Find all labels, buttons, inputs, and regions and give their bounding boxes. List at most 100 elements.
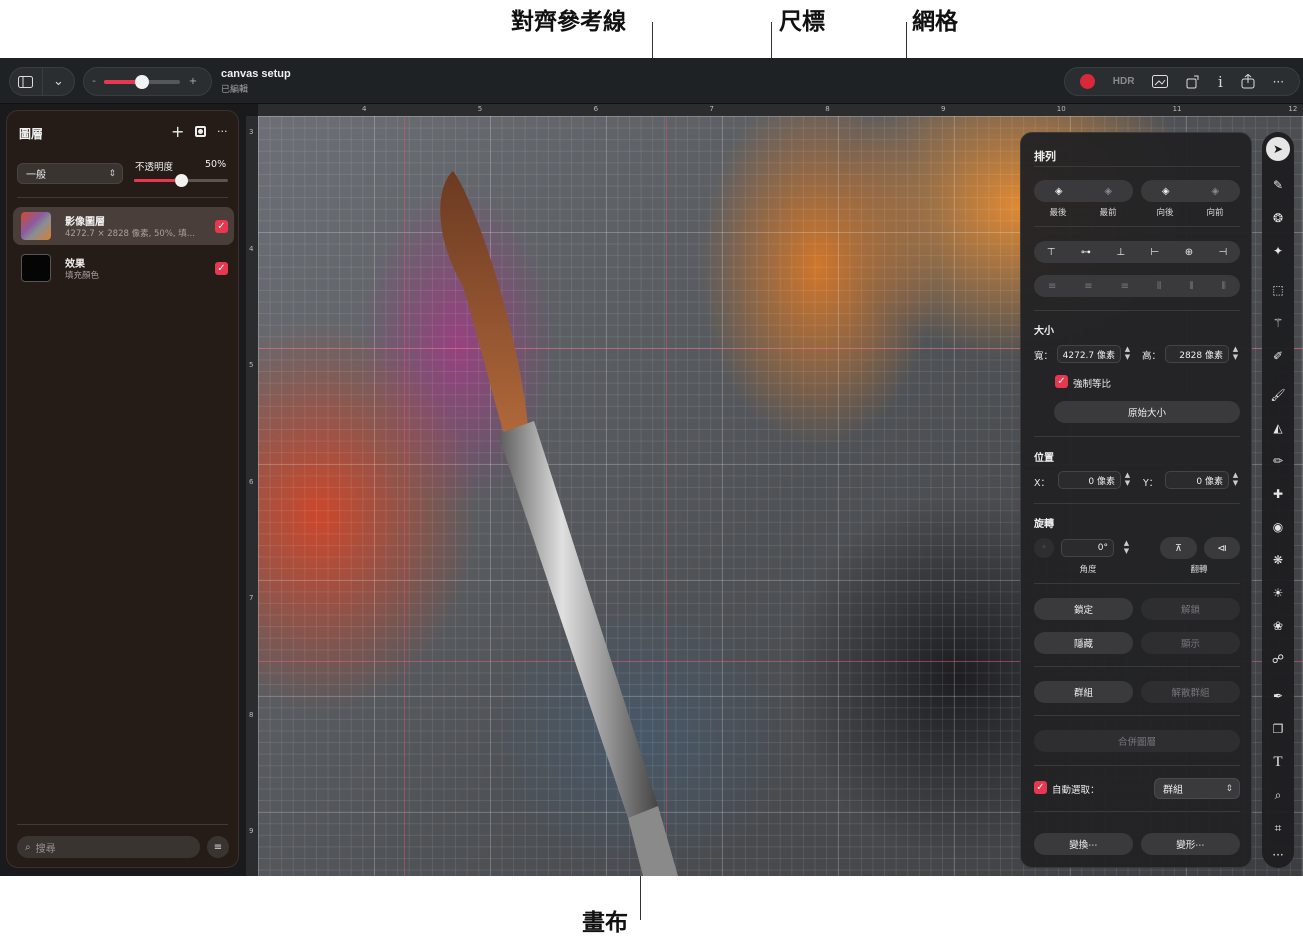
layer-row-effect[interactable]: 效果 填充顏色 ✓ xyxy=(13,249,234,287)
distort-button[interactable]: 變形⋯ xyxy=(1141,833,1240,855)
arrange-panel: 排列 ◈ ◈ ◈ ◈ 最後 最前 向後 向前 ⊤ ⊶ ⊥ ⊢ ⊕ ⊣ ≡ ≡ ≡… xyxy=(1020,132,1252,868)
ungroup-button[interactable]: 解散群組 xyxy=(1141,681,1240,703)
align-left-icon[interactable]: ⊢ xyxy=(1151,247,1160,258)
angle-stepper[interactable]: ▲ ▼ xyxy=(1121,539,1132,557)
tool-quick-selection[interactable]: ✐ xyxy=(1266,344,1290,368)
width-field[interactable]: 4272.7 像素 xyxy=(1057,345,1121,363)
align-top-icon[interactable]: ⊤ xyxy=(1047,247,1056,258)
distribute-bottom-icon[interactable]: ≡ xyxy=(1121,281,1129,292)
sidebar-toggle-button[interactable] xyxy=(10,67,42,96)
ruler-top-label: 11 xyxy=(1172,105,1182,113)
tool-pen[interactable]: ✒ xyxy=(1266,684,1290,708)
tool-arrange[interactable]: ➤ xyxy=(1266,137,1290,161)
distribute-middle-icon[interactable]: ≡ xyxy=(1084,281,1092,292)
zoom-slider[interactable] xyxy=(104,74,180,89)
smudge-icon: ☍ xyxy=(1271,652,1285,666)
layers-divider xyxy=(17,197,228,198)
tool-distort[interactable]: ☍ xyxy=(1266,647,1290,671)
add-layer-button[interactable]: + xyxy=(171,122,184,141)
merge-layers-button[interactable]: 合併圖層 xyxy=(1034,730,1240,752)
distribute-top-icon[interactable]: ≡ xyxy=(1048,281,1056,292)
shapes-icon: ❐ xyxy=(1272,722,1284,736)
zoom-out-button[interactable]: - xyxy=(84,76,104,87)
opacity-slider[interactable] xyxy=(134,174,228,187)
bring-forward-icon[interactable]: ◈ xyxy=(1211,186,1219,197)
flip-vertical-icon: ⊼ xyxy=(1175,542,1182,554)
more-button[interactable]: ··· xyxy=(1273,75,1284,89)
x-stepper[interactable]: ▲ ▼ xyxy=(1122,471,1133,489)
image-adjust-button[interactable] xyxy=(1152,75,1169,88)
opacity-slider-knob[interactable] xyxy=(175,174,188,187)
flip-vertical-button[interactable]: ⊼ xyxy=(1160,537,1197,559)
filter-button[interactable]: ≡ xyxy=(207,836,229,858)
original-size-button[interactable]: 原始大小 xyxy=(1054,401,1240,423)
tool-fill[interactable]: ◭ xyxy=(1266,416,1290,440)
lock-button[interactable]: 鎖定 xyxy=(1034,598,1133,620)
tool-effects[interactable]: ✦ xyxy=(1266,239,1290,263)
tool-clone[interactable]: ◉ xyxy=(1266,515,1290,539)
height-stepper[interactable]: ▲ ▼ xyxy=(1230,345,1241,363)
document-title: canvas setup xyxy=(221,68,291,80)
layer-row-image[interactable]: 影像圖層 4272.7 × 2828 像素, 50%, 填... ✓ xyxy=(13,207,234,245)
group-button[interactable]: 群組 xyxy=(1034,681,1133,703)
constrain-proportions-checkbox[interactable]: ✓ xyxy=(1055,375,1068,388)
distribute-right-icon[interactable]: ⦀ xyxy=(1222,281,1226,292)
hide-button[interactable]: 隱藏 xyxy=(1034,632,1133,654)
tool-repair[interactable]: ✚ xyxy=(1266,482,1290,506)
tool-light[interactable]: ☀ xyxy=(1266,581,1290,605)
distribute-center-icon[interactable]: ⦀ xyxy=(1189,281,1193,292)
tool-color[interactable]: ❀ xyxy=(1266,614,1290,638)
tool-text[interactable]: T xyxy=(1266,750,1290,774)
tool-crop[interactable]: ⌗ xyxy=(1266,816,1290,840)
tool-color-adjust[interactable]: ❂ xyxy=(1266,206,1290,230)
align-middle-icon[interactable]: ⊶ xyxy=(1081,247,1091,258)
send-to-back-icon[interactable]: ◈ xyxy=(1055,186,1063,197)
ruler-top-label: 6 xyxy=(593,105,599,113)
unlock-button[interactable]: 解鎖 xyxy=(1141,598,1240,620)
distribute-left-icon[interactable]: ⦀ xyxy=(1157,281,1161,292)
tools-more-button[interactable]: ··· xyxy=(1266,843,1290,867)
share-button[interactable] xyxy=(1241,74,1255,89)
tool-zoom[interactable]: ⌕ xyxy=(1266,783,1290,807)
tool-magic-selection[interactable]: ⚚ xyxy=(1266,311,1290,335)
tool-blur[interactable]: ❋ xyxy=(1266,548,1290,572)
view-menu-button[interactable]: ⌄ xyxy=(41,67,74,96)
layer-visibility-checkbox[interactable]: ✓ xyxy=(215,262,228,275)
flip-horizontal-button[interactable]: ⧏ xyxy=(1204,537,1240,559)
tool-paint[interactable]: 🖌 xyxy=(1266,383,1290,407)
height-field[interactable]: 2828 像素 xyxy=(1165,345,1229,363)
auto-select-dropdown[interactable]: 群組 ⇕ xyxy=(1154,778,1240,799)
auto-select-checkbox[interactable]: ✓ xyxy=(1034,781,1047,794)
x-position-field[interactable]: 0 像素 xyxy=(1058,471,1121,489)
record-button[interactable] xyxy=(1079,74,1095,89)
info-button[interactable]: i xyxy=(1218,73,1223,91)
blend-mode-select[interactable]: 一般 ⇕ xyxy=(17,163,123,184)
y-position-field[interactable]: 0 像素 xyxy=(1165,471,1229,489)
rotate-canvas-button[interactable] xyxy=(1186,75,1200,89)
layers-more-button[interactable]: ··· xyxy=(217,125,228,138)
align-right-icon[interactable]: ⊣ xyxy=(1219,247,1228,258)
tool-selection[interactable]: ⬚ xyxy=(1266,278,1290,302)
mask-button[interactable] xyxy=(195,126,206,137)
layer-visibility-checkbox[interactable]: ✓ xyxy=(215,220,228,233)
transform-button[interactable]: 變換⋯ xyxy=(1034,833,1133,855)
rotation-dial[interactable]: ◦ xyxy=(1034,538,1054,558)
zoom-slider-knob[interactable] xyxy=(135,74,149,89)
tool-shapes[interactable]: ❐ xyxy=(1266,717,1290,741)
tool-erase[interactable]: ✏ xyxy=(1266,449,1290,473)
layer-search-field[interactable]: ⌕ 搜尋 xyxy=(17,836,200,858)
blend-mode-value: 一般 xyxy=(26,170,46,181)
show-button[interactable]: 顯示 xyxy=(1141,632,1240,654)
align-center-icon[interactable]: ⊕ xyxy=(1185,247,1193,258)
zoom-in-button[interactable]: + xyxy=(180,76,206,87)
arrange-divider xyxy=(1034,765,1240,766)
width-stepper[interactable]: ▲ ▼ xyxy=(1122,345,1133,363)
rotation-dial-icon: ◦ xyxy=(1041,543,1047,553)
tool-style[interactable]: ✎ xyxy=(1266,173,1290,197)
send-backward-icon[interactable]: ◈ xyxy=(1162,186,1170,197)
y-stepper[interactable]: ▲ ▼ xyxy=(1230,471,1241,489)
bring-to-front-icon[interactable]: ◈ xyxy=(1104,186,1112,197)
angle-field[interactable]: 0° xyxy=(1061,539,1114,557)
hdr-button[interactable]: HDR xyxy=(1113,76,1135,87)
align-bottom-icon[interactable]: ⊥ xyxy=(1116,247,1125,258)
